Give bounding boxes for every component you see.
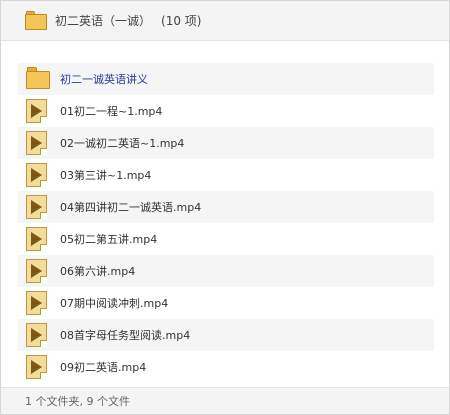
video-file-icon — [26, 355, 48, 379]
item-count: (10 项) — [161, 14, 202, 28]
file-name: 04第四讲初二一诚英语.mp4 — [60, 201, 202, 214]
file-list-window: 初二英语（一诚） (10 项) 初二一诚英语讲义 01初二一程~1.mp4 02… — [0, 0, 450, 415]
folder-header: 初二英语（一诚） (10 项) — [1, 1, 449, 41]
list-item[interactable]: 07期中阅读冲刺.mp4 — [18, 287, 434, 319]
file-name: 01初二一程~1.mp4 — [60, 105, 163, 118]
file-name: 02一诚初二英语~1.mp4 — [60, 137, 185, 150]
list-item[interactable]: 06第六讲.mp4 — [18, 255, 434, 287]
video-file-icon — [26, 323, 48, 347]
list-item[interactable]: 04第四讲初二一诚英语.mp4 — [18, 191, 434, 223]
folder-title: 初二英语（一诚） — [55, 14, 152, 28]
list-item[interactable]: 05初二第五讲.mp4 — [18, 223, 434, 255]
file-name: 09初二英语.mp4 — [60, 361, 147, 374]
list-item[interactable]: 09初二英语.mp4 — [18, 351, 434, 383]
video-file-icon — [26, 195, 48, 219]
list-item[interactable]: 03第三讲~1.mp4 — [18, 159, 434, 191]
list-item-folder[interactable]: 初二一诚英语讲义 — [18, 63, 434, 95]
video-file-icon — [26, 259, 48, 283]
list-item[interactable]: 01初二一程~1.mp4 — [18, 95, 434, 127]
video-file-icon — [26, 291, 48, 315]
file-name: 08首字母任务型阅读.mp4 — [60, 329, 191, 342]
file-name: 05初二第五讲.mp4 — [60, 233, 158, 246]
video-file-icon — [26, 131, 48, 155]
file-name: 07期中阅读冲刺.mp4 — [60, 297, 169, 310]
status-text: 1 个文件夹, 9 个文件 — [25, 395, 130, 408]
file-name: 06第六讲.mp4 — [60, 265, 136, 278]
list-item[interactable]: 08首字母任务型阅读.mp4 — [18, 319, 434, 351]
list-item[interactable]: 02一诚初二英语~1.mp4 — [18, 127, 434, 159]
folder-icon — [26, 67, 50, 89]
video-file-icon — [26, 163, 48, 187]
video-file-icon — [26, 227, 48, 251]
file-list: 初二一诚英语讲义 01初二一程~1.mp4 02一诚初二英语~1.mp4 03第… — [18, 63, 434, 383]
file-name: 03第三讲~1.mp4 — [60, 169, 152, 182]
status-bar: 1 个文件夹, 9 个文件 — [1, 387, 449, 414]
file-name: 初二一诚英语讲义 — [60, 73, 148, 86]
video-file-icon — [26, 99, 48, 123]
folder-icon — [25, 11, 47, 30]
